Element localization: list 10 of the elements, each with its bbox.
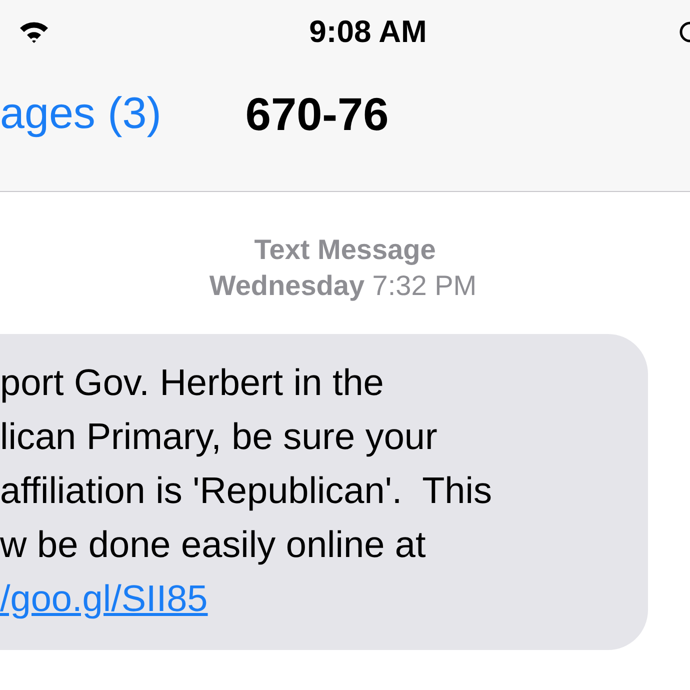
status-time: 9:08 AM — [309, 12, 427, 51]
message-timestamp: Wednesday 7:32 PM — [209, 269, 477, 303]
wifi-icon — [18, 20, 50, 44]
message-link[interactable]: /goo.gl/SII85 — [0, 572, 208, 626]
message-text: affiliation is 'Republican'. This — [0, 469, 492, 513]
conversation-title: 670-76 — [245, 86, 389, 142]
message-text: lican Primary, be sure your — [0, 415, 438, 459]
message-text: port Gov. Herbert in the — [0, 361, 384, 405]
back-link[interactable]: ages (3) — [0, 81, 162, 147]
service-label: Text Message — [254, 233, 436, 267]
